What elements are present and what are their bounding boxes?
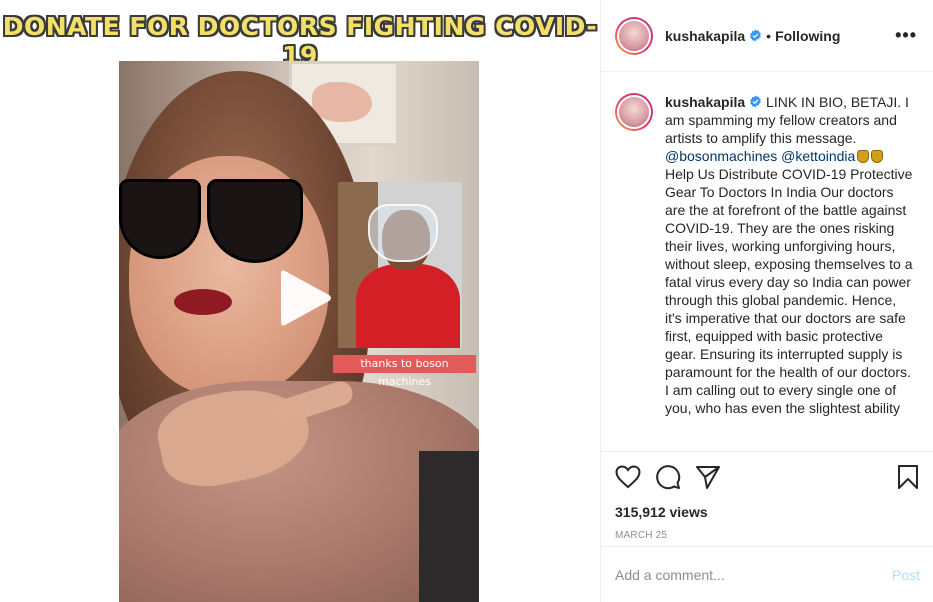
post-sidebar: kushakapila • Following ••• kushakapila … [600, 0, 933, 602]
verified-badge-icon [750, 95, 762, 108]
share-icon[interactable] [695, 464, 721, 490]
post-header: kushakapila • Following ••• [601, 0, 933, 72]
shield-emoji-icon [871, 150, 884, 163]
play-icon[interactable] [271, 265, 335, 331]
view-count[interactable]: 315,912 views [615, 504, 920, 520]
comment-icon[interactable] [655, 464, 681, 490]
mention-kettoindia[interactable]: @kettoindia [781, 148, 855, 164]
header-username[interactable]: kushakapila [665, 28, 745, 44]
shield-emoji-icon [857, 150, 870, 163]
caption-text: kushakapila LINK IN BIO, BETAJI. I am sp… [665, 93, 915, 451]
caption-area: kushakapila LINK IN BIO, BETAJI. I am sp… [601, 73, 933, 451]
heart-icon[interactable] [615, 465, 641, 489]
comment-input[interactable] [615, 566, 875, 583]
post-comment-button[interactable]: Post [892, 567, 920, 583]
comment-form: Post [601, 546, 933, 602]
header-separator: • [766, 27, 772, 44]
caption-body-continued: I am calling out to every single one of … [665, 382, 901, 416]
video-overlay-caption: thanks to boson machines [333, 355, 476, 388]
avatar[interactable] [615, 16, 653, 55]
more-options-icon[interactable]: ••• [895, 25, 917, 46]
video-player[interactable]: thanks to boson machines [119, 61, 479, 602]
instagram-post: DONATE FOR DOCTORS FIGHTING COVID-19 tha… [0, 0, 933, 602]
bookmark-icon[interactable] [896, 464, 920, 490]
post-actions: 315,912 views MARCH 25 [601, 451, 933, 546]
inset-photo [338, 182, 462, 348]
mention-bosonmachines[interactable]: @bosonmachines [665, 148, 777, 164]
following-button[interactable]: Following [775, 28, 840, 44]
caption-body: Help Us Distribute COVID-19 Protective G… [665, 166, 913, 380]
caption-username[interactable]: kushakapila [665, 94, 745, 110]
post-media: DONATE FOR DOCTORS FIGHTING COVID-19 tha… [0, 0, 600, 602]
caption-avatar[interactable] [615, 93, 653, 131]
post-date[interactable]: MARCH 25 [615, 530, 920, 541]
verified-badge-icon [750, 29, 762, 42]
